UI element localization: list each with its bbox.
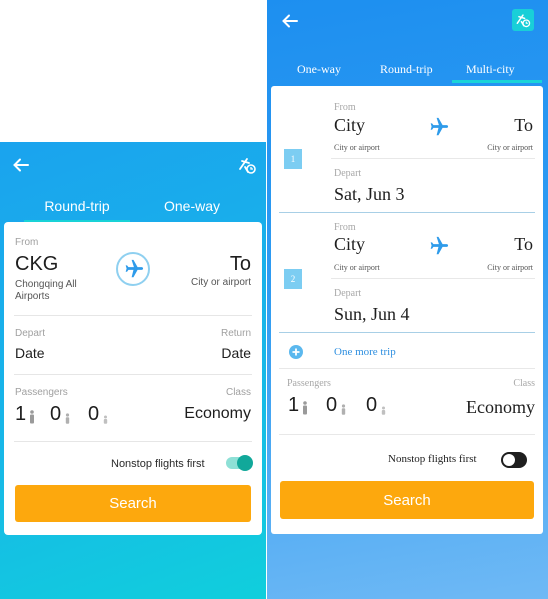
airplane-icon [427, 116, 449, 138]
child-icon [65, 413, 70, 424]
active-tab-indicator [452, 80, 542, 83]
airplane-icon [125, 259, 144, 278]
back-arrow-icon[interactable] [12, 156, 30, 174]
child-count-selector[interactable]: 0 [326, 393, 347, 417]
infant-count: 0 [366, 394, 378, 416]
from-airport-code[interactable]: CKG [15, 253, 58, 276]
passengers-label: Passengers [287, 378, 331, 389]
divider [279, 434, 535, 435]
round-trip-screen: Round-trip One-way From CKG Chongqing Al… [0, 142, 266, 599]
tab-round-trip[interactable]: Round-trip [380, 62, 433, 77]
airplane-icon [427, 235, 449, 257]
class-selector[interactable]: Economy [466, 397, 535, 418]
tab-one-way[interactable]: One-way [164, 198, 220, 214]
depart-label: Depart [334, 168, 362, 179]
infant-icon [381, 406, 386, 415]
infant-count-selector[interactable]: 0 [88, 402, 109, 426]
divider [14, 374, 252, 375]
swap-cities-button[interactable] [116, 252, 150, 286]
return-label: Return [220, 328, 251, 339]
class-label: Class [225, 387, 251, 398]
adult-count: 1 [15, 403, 27, 425]
from-placeholder: City or airport [334, 143, 380, 152]
back-arrow-icon[interactable] [281, 12, 299, 30]
search-button[interactable]: Search [280, 481, 534, 519]
from-label: From [334, 222, 356, 233]
divider [14, 441, 252, 442]
tab-multi-city[interactable]: Multi-city [466, 62, 515, 77]
return-date-field[interactable]: Date [221, 345, 251, 361]
child-count: 0 [50, 403, 62, 425]
plus-circle-icon [289, 345, 303, 359]
add-trip-button[interactable]: One more trip [289, 342, 396, 362]
infant-count: 0 [88, 403, 100, 425]
multi-city-form-card: 1 From City City or airport To City or a… [271, 86, 543, 534]
divider [331, 158, 535, 159]
nonstop-toggle[interactable] [501, 452, 527, 468]
trip2-from-field[interactable]: City [334, 234, 365, 255]
child-icon [341, 404, 346, 415]
multi-city-screen: One-way Round-trip Multi-city 1 From Cit… [267, 0, 548, 599]
search-button[interactable]: Search [15, 485, 251, 522]
divider [279, 368, 535, 369]
trip2-depart-date-field[interactable]: Sun, Jun 4 [334, 304, 410, 325]
adult-count-selector[interactable]: 1 [288, 393, 309, 417]
trip-number-badge: 2 [284, 269, 302, 289]
infant-count-selector[interactable]: 0 [366, 393, 387, 417]
passengers-label: Passengers [15, 387, 68, 398]
class-label: Class [513, 378, 535, 389]
tab-round-trip[interactable]: Round-trip [44, 198, 110, 214]
add-trip-label: One more trip [334, 346, 396, 358]
flight-settings-icon[interactable] [236, 154, 258, 176]
trip-divider [279, 212, 535, 213]
nonstop-label: Nonstop flights first [388, 453, 477, 465]
trip1-to-field[interactable]: To [514, 115, 533, 136]
adult-icon [303, 401, 308, 415]
to-placeholder: City or airport [487, 143, 533, 152]
child-count-selector[interactable]: 0 [50, 402, 71, 426]
to-placeholder: City or airport [190, 277, 251, 288]
from-placeholder: City or airport [334, 263, 380, 272]
child-count: 0 [326, 394, 338, 416]
from-city-name: Chongqing All Airports [15, 279, 77, 302]
adult-count-selector[interactable]: 1 [15, 402, 36, 426]
trip-number-badge: 1 [284, 149, 302, 169]
adult-icon [30, 410, 35, 424]
class-selector[interactable]: Economy [184, 405, 251, 423]
toggle-knob [237, 455, 253, 471]
divider [331, 278, 535, 279]
trip2-to-field[interactable]: To [514, 234, 533, 255]
toggle-knob [503, 454, 515, 466]
depart-label: Depart [334, 288, 362, 299]
trip-divider [279, 332, 535, 333]
search-form-card: From CKG Chongqing All Airports To City … [4, 222, 262, 535]
trip1-depart-date-field[interactable]: Sat, Jun 3 [334, 184, 405, 205]
depart-date-field[interactable]: Date [15, 345, 45, 361]
infant-icon [103, 415, 108, 424]
tab-one-way[interactable]: One-way [297, 62, 341, 77]
trip1-from-field[interactable]: City [334, 115, 365, 136]
divider [14, 315, 252, 316]
flight-settings-icon[interactable] [512, 9, 534, 31]
nonstop-toggle[interactable] [226, 455, 253, 471]
from-label: From [15, 237, 39, 248]
to-placeholder: City or airport [487, 263, 533, 272]
from-label: From [334, 102, 356, 113]
adult-count: 1 [288, 394, 300, 416]
to-value[interactable]: To [230, 253, 251, 276]
nonstop-label: Nonstop flights first [111, 458, 205, 470]
depart-label: Depart [15, 328, 46, 339]
